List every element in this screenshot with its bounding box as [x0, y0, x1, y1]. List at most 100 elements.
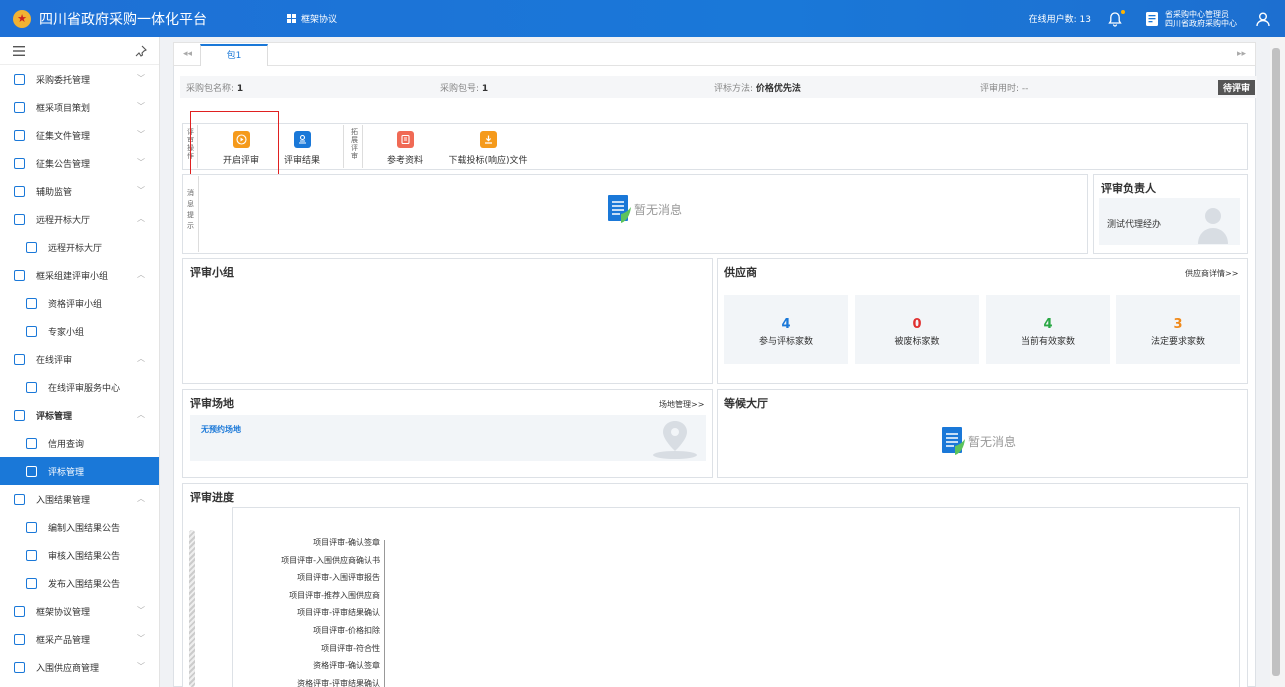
- review-result-label: 评审结果: [283, 156, 320, 166]
- venue-manage-link[interactable]: 场地管理>>: [659, 399, 704, 410]
- chevron-down-icon: ﹀: [137, 102, 145, 111]
- sidebar-item-label: 框采项目策划: [36, 103, 91, 114]
- status-badge: 待评审: [1217, 80, 1255, 95]
- stat-label: 法定要求家数: [1150, 337, 1205, 347]
- menu-item-icon: [14, 409, 25, 421]
- chevron-up-icon: ︿: [137, 354, 145, 363]
- sidebar-item[interactable]: 辅助监管 ﹀: [0, 177, 159, 205]
- sidebar-item[interactable]: 在线评审 ︿: [0, 345, 159, 373]
- venue-empty-text: 无预约场地: [201, 425, 241, 434]
- sidebar-item[interactable]: 框采项目策划 ﹀: [0, 93, 159, 121]
- chevron-down-icon: ﹀: [137, 606, 145, 615]
- sidebar-item[interactable]: 专家小组: [0, 317, 159, 345]
- highlight-frame: [190, 111, 279, 181]
- sidebar-item[interactable]: 征集公告管理 ﹀: [0, 149, 159, 177]
- progress-title: 评审进度: [190, 491, 234, 504]
- venue-card: 无预约场地: [190, 415, 706, 461]
- user-menu[interactable]: 省采购中心管理员 四川省政府采购中心: [1145, 10, 1271, 28]
- empty-document-icon: [942, 427, 965, 455]
- sidebar-item[interactable]: 发布入围结果公告: [0, 569, 159, 597]
- progress-step-label: 项目评审-评审结果确认: [297, 608, 380, 618]
- sidebar-item[interactable]: 在线评审服务中心: [0, 373, 159, 401]
- menu-collapse-icon[interactable]: [13, 45, 25, 56]
- tab-package-1[interactable]: 包1: [200, 44, 268, 67]
- time-value: --: [1021, 84, 1029, 94]
- bell-icon[interactable]: [1107, 9, 1125, 27]
- sidebar-item-label: 入围结果管理: [36, 495, 91, 506]
- tab-scroll-right-icon[interactable]: ▸▸: [1237, 49, 1246, 59]
- sidebar-item[interactable]: 评标管理 ︿: [0, 401, 159, 429]
- sidebar-item[interactable]: 资格评审小组: [0, 289, 159, 317]
- user-org: 四川省政府采购中心: [1165, 18, 1237, 28]
- sidebar-item[interactable]: 框采组建评审小组 ︿: [0, 261, 159, 289]
- sidebar-item-label: 辅助监管: [36, 187, 73, 198]
- menu-item-icon: [26, 465, 37, 477]
- page-scrollbar-thumb[interactable]: [1272, 48, 1280, 676]
- menu-item-icon: [26, 297, 37, 309]
- supplier-title: 供应商: [724, 266, 757, 279]
- empty-document-icon: [608, 195, 631, 223]
- sidebar-item[interactable]: 框采产品管理 ﹀: [0, 625, 159, 653]
- review-result-button[interactable]: 评审结果: [277, 131, 327, 166]
- package-info-bar: 采购包名称: 1 采购包号: 1 评标方法: 价格优先法 评审用时: -- 待评…: [180, 76, 1257, 98]
- chevron-down-icon: ﹀: [137, 130, 145, 139]
- progress-step-label: 项目评审-入围评审报告: [297, 573, 380, 583]
- sidebar-item[interactable]: 远程开标大厅 ︿: [0, 205, 159, 233]
- progress-scroll-handle[interactable]: [189, 530, 195, 687]
- reference-button[interactable]: 参考资料: [377, 131, 433, 166]
- menu-item-icon: [14, 353, 25, 365]
- stat-label: 参与评标家数: [758, 337, 813, 347]
- progress-step-label: 项目评审-确认签章: [313, 538, 380, 547]
- sidebar-item-label: 征集公告管理: [36, 159, 91, 170]
- supplier-stat-card: 4 参与评标家数: [724, 295, 848, 364]
- review-toolbar: [182, 123, 1248, 170]
- supplier-detail-link[interactable]: 供应商详情>>: [1185, 268, 1238, 279]
- menu-framework-agreement[interactable]: 框架协议: [287, 12, 337, 25]
- sidebar-item[interactable]: 审核入围结果公告: [0, 541, 159, 569]
- sidebar-item-label: 信用查询: [48, 439, 85, 450]
- stat-value: 0: [912, 317, 922, 332]
- sidebar-item-label: 远程开标大厅: [36, 215, 91, 226]
- person-avatar-icon: [1198, 208, 1228, 244]
- reference-label: 参考资料: [386, 156, 423, 166]
- sidebar-item-label: 入围供应商管理: [36, 663, 100, 674]
- stat-label: 当前有效家数: [1020, 337, 1075, 347]
- pkg-no-value: 1: [481, 84, 489, 94]
- sidebar-item[interactable]: 框架协议管理 ﹀: [0, 597, 159, 625]
- sidebar-item[interactable]: 征集文件管理 ﹀: [0, 121, 159, 149]
- menu-item-icon: [14, 493, 25, 505]
- sidebar-item[interactable]: 评标管理: [0, 457, 159, 485]
- pkg-name-label: 采购包名称:: [186, 84, 235, 94]
- sidebar-item[interactable]: 采购委托管理 ﹀: [0, 65, 159, 93]
- chevron-up-icon: ︿: [137, 270, 145, 279]
- user-icon[interactable]: [1255, 11, 1271, 27]
- sidebar-item-label: 远程开标大厅: [48, 243, 103, 254]
- sidebar-item[interactable]: 入围供应商管理 ﹀: [0, 653, 159, 681]
- time-label: 评审用时:: [980, 84, 1020, 94]
- chevron-down-icon: ﹀: [137, 158, 145, 167]
- menu-item-icon: [14, 269, 25, 281]
- menu-item-icon: [14, 633, 25, 645]
- menu-item-icon: [14, 129, 25, 141]
- tab-scroll-left-icon[interactable]: ◂◂: [183, 49, 192, 59]
- sidebar-item-label: 框采产品管理: [36, 635, 91, 646]
- sidebar-item-label: 审核入围结果公告: [48, 551, 121, 562]
- sidebar-item-label: 在线评审服务中心: [48, 383, 121, 394]
- menu-item-icon: [26, 549, 37, 561]
- message-label: 消息提示: [187, 189, 194, 230]
- sidebar-item[interactable]: 信用查询: [0, 429, 159, 457]
- menu-item-icon: [26, 381, 37, 393]
- chevron-up-icon: ︿: [137, 214, 145, 223]
- supplier-stat-card: 4 当前有效家数: [986, 295, 1110, 364]
- sidebar-item[interactable]: 编制入围结果公告: [0, 513, 159, 541]
- sidebar-item[interactable]: 远程开标大厅: [0, 233, 159, 261]
- sidebar-item[interactable]: 入围结果管理 ︿: [0, 485, 159, 513]
- lobby-empty-text: 暂无消息: [968, 434, 1017, 449]
- method-label: 评标方法:: [714, 84, 754, 94]
- download-bid-file-button[interactable]: 下载投标(响应)文件: [440, 131, 536, 166]
- progress-step-label: 项目评审-入围供应商确认书: [281, 555, 380, 565]
- grid-icon: [287, 14, 296, 23]
- menu-item-icon: [26, 241, 37, 253]
- supplier-stat-card: 3 法定要求家数: [1116, 295, 1240, 364]
- pin-icon[interactable]: [135, 45, 147, 57]
